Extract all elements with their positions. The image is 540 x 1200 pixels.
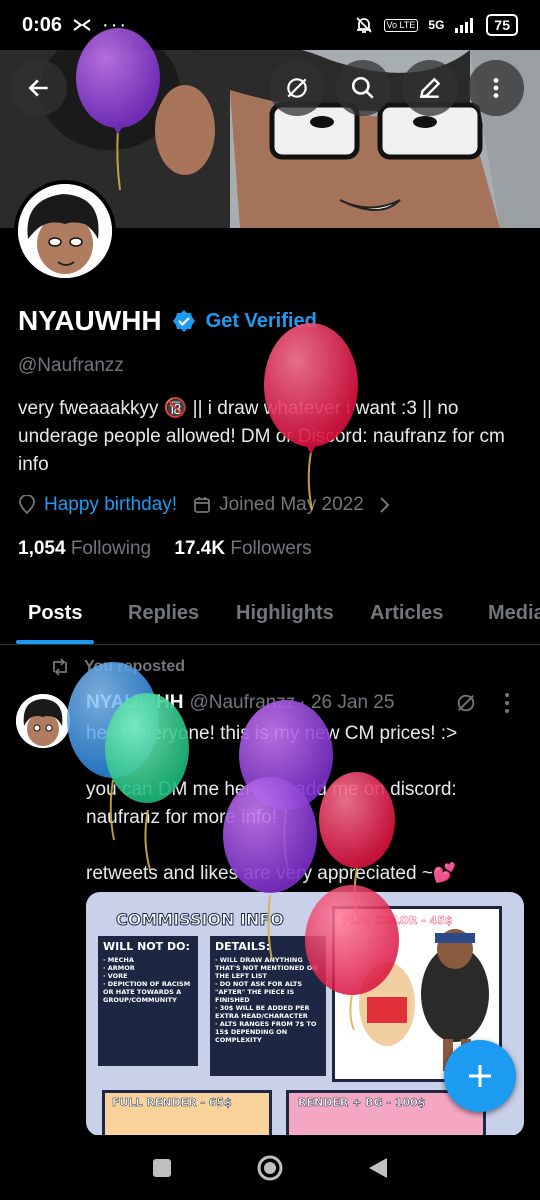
profile-meta: Happy birthday! Joined May 2022 (18, 494, 390, 516)
tweet-line-3: retweets and likes are very appreciated … (86, 863, 457, 884)
edit-button[interactable] (402, 60, 458, 116)
followers-label[interactable]: Followers (230, 538, 311, 559)
commission-title: COMMISSION INFO (116, 910, 285, 930)
flat-color-label: FLAT COLOR - 45$ (342, 914, 453, 928)
more-vertical-icon[interactable] (503, 692, 511, 714)
details-item: · ALTS RANGES FROM 7$ TO 15$ DEPENDING O… (215, 1020, 317, 1044)
grok-icon (287, 78, 307, 98)
joined-date: Joined May 2022 (219, 494, 364, 515)
verified-badge-icon (172, 310, 195, 332)
full-render-label: FULL RENDER - 65$ (112, 1096, 232, 1110)
repost-icon (53, 658, 67, 676)
birthday-link[interactable]: Happy birthday! (44, 494, 177, 516)
grok-icon[interactable] (455, 692, 477, 714)
tab-highlights[interactable]: Highlights (236, 590, 334, 637)
system-nav-bar (0, 1135, 540, 1200)
get-verified-link[interactable]: Get Verified (206, 310, 317, 333)
repost-label: You reposted (50, 658, 185, 676)
signal-icon (455, 18, 474, 33)
will-not-do-item: · ARMOR (103, 964, 135, 972)
back-button[interactable] (11, 60, 67, 116)
profile-avatar[interactable] (14, 180, 116, 282)
active-tab-indicator (16, 640, 94, 644)
battery-indicator: 75 (486, 14, 518, 36)
details-box: DETAILS: · WILL DRAW ANYTHING THAT'S NOT… (210, 936, 326, 1076)
profile-handle: @Naufranzz (18, 355, 124, 376)
back-arrow-icon (28, 79, 48, 97)
repost-text: You reposted (84, 658, 186, 675)
location-icon (19, 495, 35, 515)
tweet-line-1: hello everyone! this is my new CM prices… (86, 723, 458, 744)
more-vertical-icon (493, 78, 499, 98)
chevron-right-icon[interactable] (378, 496, 390, 514)
name-row: NYAUWHH Get Verified (18, 305, 317, 337)
more-button[interactable] (468, 60, 524, 116)
status-time: 0:06 (22, 13, 63, 36)
mute-icon (355, 17, 372, 33)
calendar-icon (194, 497, 210, 513)
details-item: · WILL DRAW ANYTHING THAT'S NOT MENTIONE… (215, 956, 318, 980)
status-bar: 0:06 ··· Vo LTE 5G 75 (0, 0, 540, 50)
more-notifications-icon: ··· (102, 13, 129, 36)
tab-replies[interactable]: Replies (128, 590, 199, 637)
tweet-text: hello everyone! this is my new CM prices… (86, 720, 516, 916)
will-not-do-item: · DEPICTION OF RACISM OR HATE TOWARDS A … (103, 980, 191, 1004)
details-item: · DO NOT ASK FOR ALTS "AFTER" THE PIECE … (215, 980, 303, 1004)
tweet-line-2: you can DM me here, or add me on discord… (86, 779, 457, 828)
search-button[interactable] (335, 60, 391, 116)
tweet-date[interactable]: · 26 Jan 25 (299, 692, 394, 714)
back-triangle-icon[interactable] (367, 1156, 389, 1180)
app-notification-icon (73, 19, 91, 31)
following-count[interactable]: 1,054 (18, 538, 66, 559)
tweet-header: NYAUWHH @Naufranzz · 26 Jan 25 (86, 692, 394, 714)
tweet-author-name[interactable]: NYAUWHH (86, 692, 183, 714)
tweet-actions-top (455, 692, 511, 714)
profile-tabs: Posts Replies Highlights Articles Media (0, 590, 540, 645)
details-item: · 30$ WILL BE ADDED PER EXTRA HEAD/CHARA… (215, 1004, 310, 1020)
home-icon[interactable] (255, 1153, 285, 1183)
profile-bio: very fweaaakkyy 🔞 || i draw whatever i w… (18, 398, 505, 475)
will-not-do-box: WILL NOT DO: · MECHA · ARMOR · VORE · DE… (98, 936, 198, 1066)
following-label[interactable]: Following (71, 538, 151, 559)
grok-button[interactable] (269, 60, 325, 116)
search-icon (351, 76, 374, 99)
tweet-avatar[interactable] (16, 694, 70, 748)
edit-icon (419, 77, 441, 99)
details-title: DETAILS: (215, 940, 271, 953)
compose-button[interactable] (444, 1040, 516, 1112)
followers-count[interactable]: 17.4K (174, 538, 225, 559)
follow-stats: 1,054 Following 17.4K Followers (18, 538, 312, 560)
recents-icon[interactable] (151, 1157, 173, 1179)
tab-media[interactable]: Media (488, 590, 540, 637)
tab-articles[interactable]: Articles (370, 590, 443, 637)
render-bg-label: RENDER + BG - 100$ (298, 1096, 426, 1110)
profile-name: NYAUWHH (18, 305, 162, 336)
will-not-do-item: · MECHA (103, 956, 134, 964)
volte-badge: Vo LTE (383, 18, 419, 32)
will-not-do-item: · VORE (103, 972, 128, 980)
tab-posts[interactable]: Posts (28, 590, 82, 637)
network-label: 5G (428, 18, 445, 32)
tweet-author-handle[interactable]: @Naufranzz (189, 692, 295, 714)
plus-icon (469, 1065, 491, 1087)
will-not-do-title: WILL NOT DO: (103, 940, 190, 953)
